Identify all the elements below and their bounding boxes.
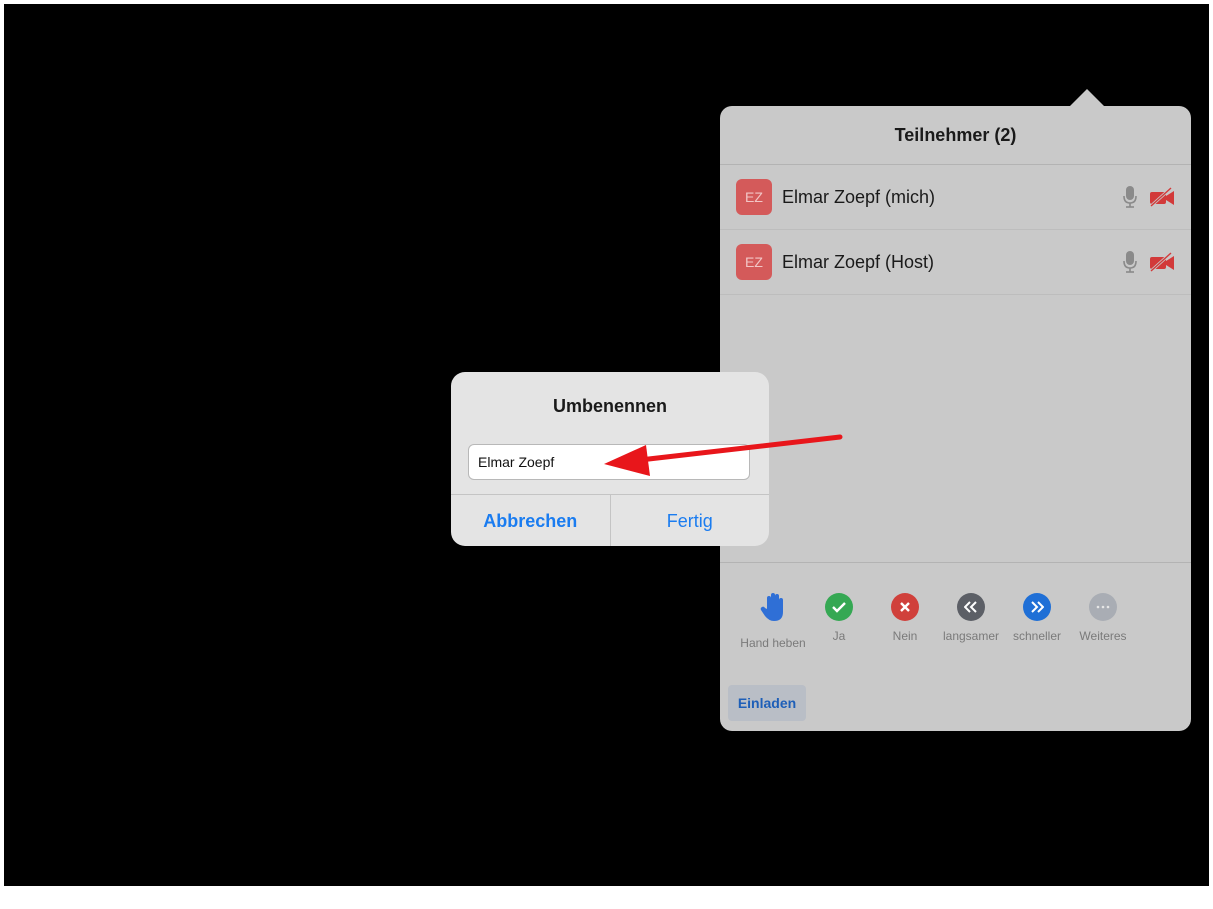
reaction-label: langsamer <box>942 629 1000 643</box>
reaction-yes-button[interactable]: Ja <box>806 593 872 650</box>
check-icon <box>825 593 853 621</box>
reaction-raise-hand-button[interactable]: Hand heben <box>740 593 806 650</box>
popover-arrow <box>1069 89 1105 107</box>
video-off-icon <box>1149 251 1175 277</box>
rename-input[interactable] <box>468 444 750 480</box>
avatar: EZ <box>736 244 772 280</box>
microphone-icon <box>1123 251 1137 278</box>
participant-name: Elmar Zoepf (mich) <box>782 186 936 207</box>
reaction-label: Ja <box>832 629 846 643</box>
video-off-icon <box>1149 186 1175 212</box>
reaction-label: Hand heben <box>740 636 806 650</box>
invite-button[interactable]: Einladen <box>728 685 806 721</box>
dialog-actions: Abbrechen Fertig <box>451 494 769 546</box>
participant-row[interactable]: EZ Elmar Zoepf (Host) <box>720 230 1191 295</box>
reaction-label: Nein <box>892 629 918 643</box>
raised-hand-icon <box>759 593 787 628</box>
reaction-toolbar: Hand heben Ja Nein langsamer schneller W… <box>720 562 1191 732</box>
participants-panel: Teilnehmer (2) EZ Elmar Zoepf (mich) EZ … <box>720 106 1191 731</box>
reaction-label: schneller <box>1012 629 1062 643</box>
fast-forward-icon <box>1023 593 1051 621</box>
reaction-no-button[interactable]: Nein <box>872 593 938 650</box>
participant-name: Elmar Zoepf (Host) <box>782 251 935 272</box>
rewind-icon <box>957 593 985 621</box>
dialog-title: Umbenennen <box>552 396 667 416</box>
avatar: EZ <box>736 179 772 215</box>
reaction-more-button[interactable]: Weiteres <box>1070 593 1136 650</box>
reaction-label: Weiteres <box>1079 629 1127 643</box>
microphone-icon <box>1123 186 1137 213</box>
reaction-slower-button[interactable]: langsamer <box>938 593 1004 650</box>
done-button[interactable]: Fertig <box>611 495 770 546</box>
cancel-button[interactable]: Abbrechen <box>451 495 611 546</box>
participants-title: Teilnehmer (2) <box>894 124 1017 145</box>
x-icon <box>891 593 919 621</box>
more-icon <box>1089 593 1117 621</box>
rename-dialog: Umbenennen Abbrechen Fertig <box>451 372 769 546</box>
reaction-faster-button[interactable]: schneller <box>1004 593 1070 650</box>
participants-header: Teilnehmer (2) <box>720 106 1191 165</box>
participant-row[interactable]: EZ Elmar Zoepf (mich) <box>720 165 1191 230</box>
